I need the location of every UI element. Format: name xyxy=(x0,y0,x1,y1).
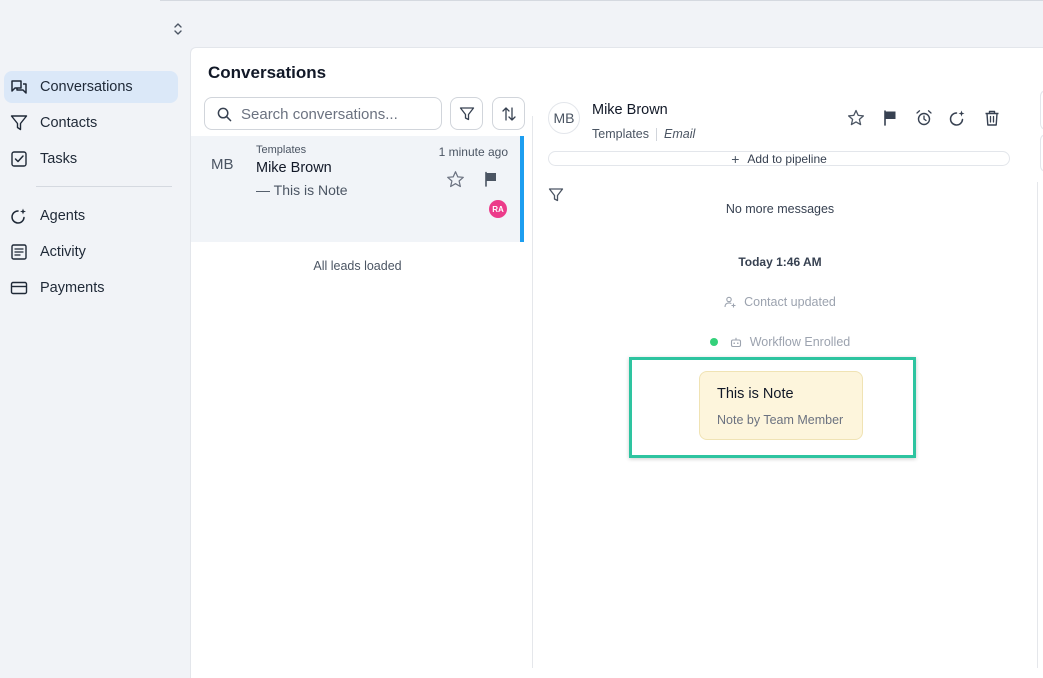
timeline-event: Contact updated xyxy=(533,295,1027,309)
conversations-icon xyxy=(11,80,27,94)
user-plus-icon xyxy=(724,296,736,308)
header-separator xyxy=(656,128,657,141)
conversation-name: Mike Brown xyxy=(256,160,332,176)
timeline-event-text: Contact updated xyxy=(744,295,836,309)
timeline-event-text: Workflow Enrolled xyxy=(749,335,851,349)
search-icon xyxy=(217,107,232,122)
trash-icon[interactable] xyxy=(983,109,1001,127)
activity-doc-icon xyxy=(11,244,27,260)
status-dot xyxy=(709,338,718,346)
conversation-preview: — This is Note xyxy=(256,182,348,198)
panel-divider xyxy=(532,116,533,668)
sidebar-item-activity[interactable]: Activity xyxy=(4,236,178,268)
filter-icon xyxy=(459,107,475,121)
avatar: MB xyxy=(548,102,580,134)
contact-source: Templates xyxy=(592,127,649,141)
sidebar-item-label: Conversations xyxy=(40,79,133,95)
add-to-pipeline-button[interactable]: + Add to pipeline xyxy=(548,150,1010,167)
star-icon[interactable] xyxy=(446,170,465,189)
conversation-source: Templates xyxy=(256,144,307,156)
flag-icon[interactable] xyxy=(483,171,499,187)
search-input[interactable] xyxy=(241,104,437,124)
flag-icon[interactable] xyxy=(881,109,899,127)
bot-icon xyxy=(730,337,741,348)
contact-name[interactable]: Mike Brown xyxy=(592,102,668,118)
chevron-up-down-icon[interactable] xyxy=(172,20,184,38)
no-more-messages: No more messages xyxy=(725,202,835,216)
date-separator: Today 1:46 AM xyxy=(738,255,822,269)
note-title: This is Note xyxy=(717,386,794,402)
note-card[interactable]: This is Note Note by Team Member xyxy=(699,371,863,440)
sidebar-item-payments[interactable]: Payments xyxy=(4,272,178,304)
sidebar-item-label: Payments xyxy=(40,280,105,296)
credit-card-icon xyxy=(10,281,28,295)
sidebar-item-label: Agents xyxy=(40,208,86,224)
agents-sparkle-icon[interactable] xyxy=(948,109,966,127)
sidebar-item-conversations[interactable]: Conversations xyxy=(4,71,178,103)
conversation-list-item[interactable]: MB Templates Mike Brown — This is Note 1… xyxy=(191,136,524,242)
star-icon[interactable] xyxy=(847,109,865,127)
assignee-badge: RA xyxy=(489,200,507,218)
alarm-clock-icon[interactable] xyxy=(915,109,933,127)
timeline-event: Workflow Enrolled xyxy=(533,335,1027,349)
conversation-time: 1 minute ago xyxy=(438,145,508,159)
filter-button[interactable] xyxy=(450,97,483,130)
page-title: Conversations xyxy=(208,63,327,82)
list-footer: All leads loaded xyxy=(313,259,402,273)
contact-channel: Email xyxy=(664,127,696,141)
sidebar-item-label: Tasks xyxy=(40,151,78,167)
sidebar-item-tasks[interactable]: Tasks xyxy=(4,143,178,175)
sort-arrows-icon xyxy=(502,107,516,121)
add-to-pipeline-label: Add to pipeline xyxy=(747,151,827,166)
agents-sparkle-icon xyxy=(11,208,26,224)
conversations-panel: Conversations MB Templates Mike Brown — … xyxy=(190,47,1043,678)
sidebar-item-label: Activity xyxy=(40,244,86,260)
note-author: Note by Team Member xyxy=(717,413,844,427)
avatar: MB xyxy=(211,156,234,173)
top-bar xyxy=(160,0,1043,48)
filter-icon xyxy=(10,115,28,131)
plus-icon: + xyxy=(731,150,740,167)
sort-button[interactable] xyxy=(492,97,525,130)
sidebar-item-label: Contacts xyxy=(40,115,98,131)
sidebar-divider xyxy=(36,186,172,187)
search-box[interactable] xyxy=(204,97,442,130)
sidebar-item-contacts[interactable]: Contacts xyxy=(4,107,178,139)
sidebar-item-agents[interactable]: Agents xyxy=(4,200,178,232)
details-divider xyxy=(1037,182,1038,668)
filter-icon[interactable] xyxy=(548,187,564,203)
task-check-icon xyxy=(11,151,27,167)
